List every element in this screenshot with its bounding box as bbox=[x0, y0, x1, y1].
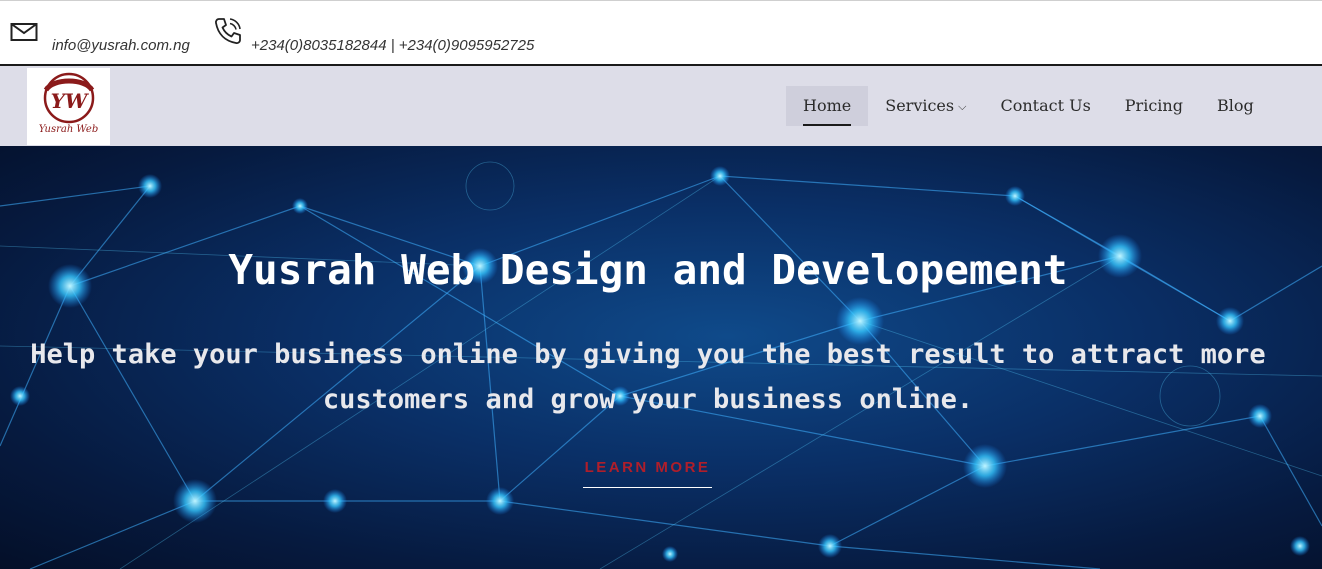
envelope-icon bbox=[10, 21, 38, 43]
logo-script: Yusrah Web bbox=[38, 124, 99, 135]
site-logo[interactable]: YW Yusrah Web bbox=[27, 68, 110, 145]
phone-icon bbox=[212, 15, 244, 47]
contact-bar: info@yusrah.com.ng +234(0)8035182844 | +… bbox=[0, 0, 1322, 66]
learn-more-button[interactable]: LEARN MORE bbox=[583, 458, 712, 488]
chevron-down-icon: ⌵ bbox=[958, 100, 967, 113]
contact-email[interactable]: info@yusrah.com.ng bbox=[52, 37, 190, 54]
nav-item-blog[interactable]: Blog bbox=[1200, 86, 1271, 126]
nav-item-home[interactable]: Home bbox=[786, 86, 869, 126]
nav-menu: Home Services ⌵ Contact Us Pricing Blog bbox=[786, 86, 1271, 126]
svg-text:YW: YW bbox=[51, 89, 90, 113]
main-navbar: YW Yusrah Web Home Services ⌵ Contact Us … bbox=[0, 66, 1322, 146]
nav-item-label: Home bbox=[803, 96, 852, 115]
hero-title: Yusrah Web Design and Developement bbox=[228, 246, 1068, 294]
nav-item-label: Pricing bbox=[1124, 96, 1183, 115]
logo-monogram: YW bbox=[43, 72, 95, 124]
hero-subtitle: Help take your business online by giving… bbox=[30, 339, 1266, 415]
nav-item-pricing[interactable]: Pricing bbox=[1108, 86, 1200, 126]
contact-phones[interactable]: +234(0)8035182844 | +234(0)9095952725 bbox=[251, 37, 534, 54]
nav-item-label: Contact Us bbox=[1000, 96, 1091, 115]
nav-item-label: Services bbox=[885, 96, 955, 115]
nav-item-contact-us[interactable]: Contact Us bbox=[983, 86, 1107, 126]
hero-section: Yusrah Web Design and Developement Help … bbox=[0, 146, 1322, 569]
nav-item-label: Blog bbox=[1216, 96, 1254, 115]
nav-item-services[interactable]: Services ⌵ bbox=[868, 86, 983, 126]
